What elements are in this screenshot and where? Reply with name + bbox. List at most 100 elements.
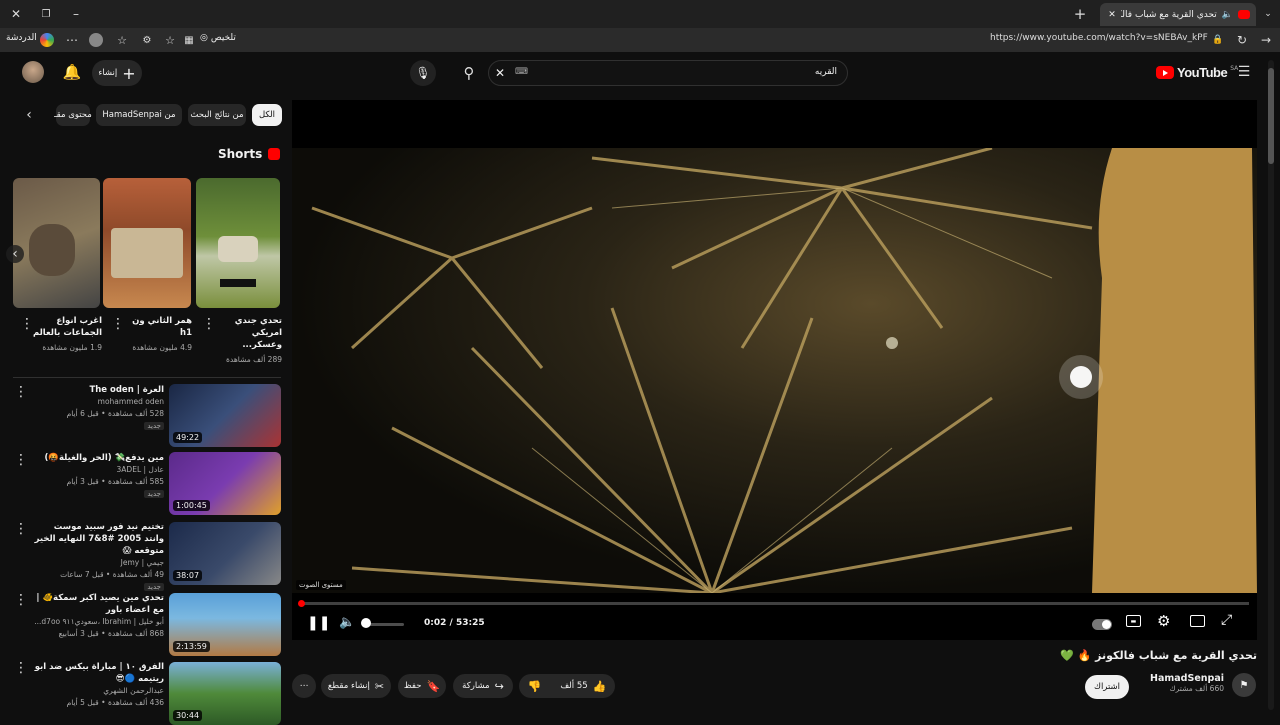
close-window-icon[interactable]: ✕: [6, 4, 26, 24]
new-badge: جديد: [144, 490, 164, 498]
video-thumbnail[interactable]: 1:00:45: [169, 452, 281, 515]
browser-tab-bar: ✕ ❐ – + ✕ تحدي القرية مع شباب فالكونز 🔈 …: [0, 0, 1280, 28]
dislike-icon[interactable]: 👎: [528, 680, 542, 693]
plus-icon: +: [122, 63, 136, 83]
short-thumbnail[interactable]: [103, 178, 191, 308]
video-thumbnail[interactable]: 30:44: [169, 662, 281, 725]
settings-gear-icon[interactable]: ⚙: [1157, 612, 1170, 630]
clear-search-icon[interactable]: ✕: [495, 66, 505, 80]
keyboard-icon[interactable]: ⌨: [515, 67, 528, 77]
subscribe-button[interactable]: اشتراك: [1085, 675, 1129, 699]
reload-icon[interactable]: ↻: [1234, 31, 1250, 49]
short-more-icon[interactable]: ⋮: [20, 316, 34, 332]
list-item[interactable]: 49:22 العرة | The oden mohammed oden 528…: [0, 382, 290, 448]
short-views: 289 ألف مشاهدة: [225, 355, 282, 364]
split-screen-icon[interactable]: ▦: [181, 31, 197, 49]
short-more-icon[interactable]: ⋮: [202, 316, 216, 332]
short-item[interactable]: اغرب انواع الجماعات بالعالم 1.9 مليون مش…: [30, 315, 102, 354]
avatar[interactable]: [22, 61, 44, 83]
chip-related-content[interactable]: محتوى مقـ: [54, 104, 92, 126]
list-item[interactable]: 30:44 الفرق ١٠ | مباراة بيكس ضد ابو ريتي…: [0, 660, 290, 725]
video-meta: 49 ألف مشاهدة • قبل 7 ساعات: [60, 570, 164, 579]
video-thumbnail[interactable]: 2:13:59: [169, 593, 281, 656]
short-thumbnail[interactable]: [13, 178, 100, 308]
divider: [13, 377, 281, 378]
channel-info[interactable]: HamadSenpai 660 ألف مشترك: [1140, 673, 1224, 693]
volume-icon[interactable]: 🔈: [339, 615, 355, 630]
short-item[interactable]: همر الثاني ون h1 4.9 مليون مشاهدة: [122, 315, 192, 354]
create-button[interactable]: إنشاء +: [92, 60, 142, 86]
lock-icon: 🔒: [1212, 35, 1224, 45]
clip-button[interactable]: إنشاء مقطع ✂: [321, 674, 391, 698]
menu-hamburger-icon[interactable]: ☰: [1234, 62, 1254, 82]
video-more-icon[interactable]: ⋮: [14, 660, 28, 676]
chip-from-channel[interactable]: من HamadSenpai: [96, 104, 182, 126]
search-input[interactable]: ✕ ⌨ القريه: [488, 60, 848, 86]
forward-icon[interactable]: →: [1258, 31, 1274, 49]
page-scrollbar[interactable]: [1268, 60, 1274, 710]
like-icon[interactable]: 👍: [593, 680, 607, 693]
youtube-logo[interactable]: YouTube SA: [1156, 65, 1238, 80]
miniplayer-icon[interactable]: [1190, 615, 1205, 627]
create-label: إنشاء: [98, 68, 118, 78]
chevron-left-icon[interactable]: ‹: [20, 104, 38, 126]
pause-icon[interactable]: ❚❚: [307, 615, 330, 631]
list-item[interactable]: 2:13:59 تحدي مين يصيد اكبر سمكة🐠 | مع اع…: [0, 592, 290, 658]
search-icon[interactable]: ⚲: [456, 60, 482, 86]
fullscreen-icon[interactable]: ⤢: [1221, 612, 1232, 628]
subscriber-count: 660 ألف مشترك: [1169, 684, 1224, 693]
minimize-window-icon[interactable]: –: [66, 4, 86, 24]
video-more-icon[interactable]: ⋮: [14, 384, 28, 400]
voice-search-mic-icon[interactable]: 🎙: [410, 60, 436, 86]
chip-label: من HamadSenpai: [102, 110, 176, 120]
progress-track[interactable]: [298, 600, 1249, 607]
video-player[interactable]: مستوى الصوت ❚❚ 🔈 0:02 / 53:25 ▬ ⚙ ⤢: [292, 100, 1257, 640]
scrollbar-thumb[interactable]: [1268, 68, 1274, 164]
short-hand: [29, 224, 75, 276]
chat-button[interactable]: الدردشة: [6, 33, 37, 43]
video-thumbnail[interactable]: 38:07: [169, 522, 281, 585]
url-field[interactable]: https://www.youtube.com/watch?v=sNEBAv_k…: [990, 33, 1208, 43]
restore-window-icon[interactable]: ❐: [36, 4, 56, 24]
list-item[interactable]: 1:00:45 مين يدفع💸 (الحر والغيلة🤬) عادل |…: [0, 452, 290, 518]
save-button[interactable]: حفظ 🔖: [398, 674, 446, 698]
add-favorite-icon[interactable]: ☆: [162, 31, 178, 49]
video-thumbnail[interactable]: 49:22: [169, 384, 281, 447]
new-tab-icon[interactable]: +: [1070, 4, 1090, 24]
new-badge: جديد: [144, 422, 164, 430]
video-more-icon[interactable]: ⋮: [14, 452, 28, 468]
share-button[interactable]: مشاركة ↪: [453, 674, 513, 698]
autoplay-toggle[interactable]: [1092, 619, 1112, 630]
chip-from-search[interactable]: من نتائج البحث: [188, 104, 246, 126]
short-item[interactable]: تحدي جندي امريكي وعسكر... 289 ألف مشاهدة: [212, 315, 282, 366]
video-more-icon[interactable]: ⋮: [14, 592, 28, 608]
tab-list-chevron-icon[interactable]: ⌄: [1258, 4, 1278, 24]
copilot-icon[interactable]: [40, 33, 54, 47]
video-meta: 868 ألف مشاهدة • قبل 3 أسابيع: [58, 629, 164, 638]
profile-icon[interactable]: [89, 33, 103, 47]
channel-avatar[interactable]: ⚑: [1232, 673, 1256, 697]
short-vehicle: [111, 228, 183, 278]
duration-badge: 49:22: [173, 432, 203, 443]
list-item[interactable]: 38:07 تختيم نيد فور سبيد موست وانتد 2005…: [0, 521, 290, 591]
notifications-bell-icon[interactable]: 🔔: [62, 61, 82, 83]
summarize-button[interactable]: ◎ تلخيص: [200, 33, 236, 43]
volume-knob[interactable]: [361, 618, 371, 628]
video-more-icon[interactable]: ⋮: [14, 521, 28, 537]
short-more-icon[interactable]: ⋮: [111, 316, 125, 332]
youtube-page: 🔔 إنشاء + 🎙 ⚲ ✕ ⌨ القريه YouTube SA ☰ ‹ …: [0, 52, 1280, 725]
subtitles-icon[interactable]: ▬: [1126, 615, 1141, 627]
chip-all[interactable]: الكل: [252, 104, 282, 126]
close-tab-icon[interactable]: ✕: [1108, 10, 1116, 20]
channel-name: عادل | 3ADEL: [116, 465, 164, 474]
summarize-label: تلخيص: [210, 33, 236, 43]
active-tab[interactable]: ✕ تحدي القرية مع شباب فالكونز 🔈: [1100, 3, 1256, 26]
shorts-scroll-left-icon[interactable]: ‹: [6, 245, 24, 263]
favorites-icon[interactable]: ☆: [114, 31, 130, 49]
more-actions-button[interactable]: ⋯: [292, 674, 316, 698]
progress-scrubber[interactable]: [298, 600, 305, 607]
short-thumbnail[interactable]: [196, 178, 280, 308]
speaker-icon[interactable]: 🔈: [1222, 10, 1233, 20]
more-options-icon[interactable]: ⋯: [64, 31, 80, 49]
extensions-icon[interactable]: ⚙: [139, 31, 155, 49]
